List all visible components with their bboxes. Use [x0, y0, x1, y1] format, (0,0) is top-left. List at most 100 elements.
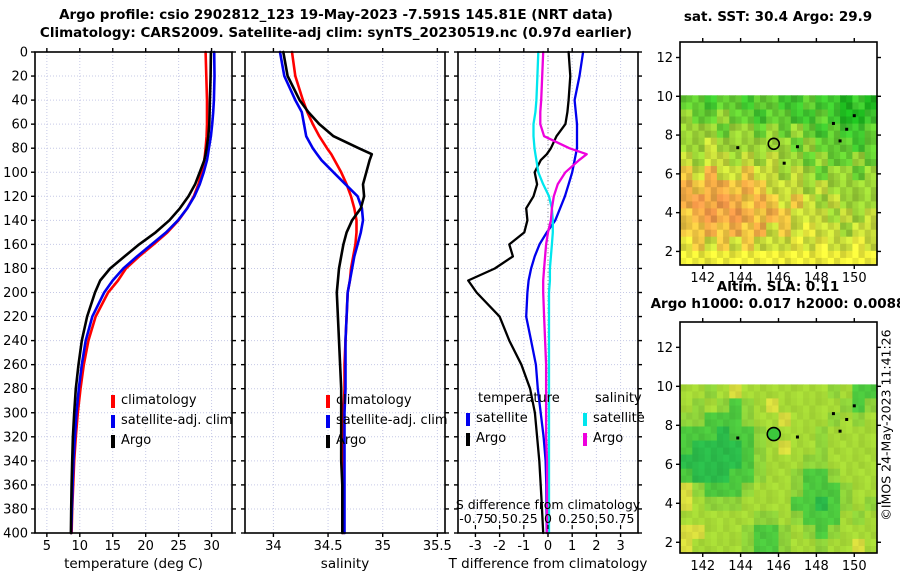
- svg-text:260: 260: [3, 358, 28, 373]
- svg-text:S difference from climatology: S difference from climatology: [456, 497, 641, 512]
- float-track-dot: [838, 429, 842, 433]
- svg-text:80: 80: [11, 142, 28, 157]
- svg-text:34.5: 34.5: [314, 539, 343, 554]
- svg-text:340: 340: [3, 454, 28, 469]
- svg-text:35.5: 35.5: [423, 539, 452, 554]
- temperature-legend: climatology satellite-adj. clim Argo: [111, 391, 233, 451]
- climatology-line-swatch: [326, 394, 330, 408]
- svg-text:1: 1: [568, 539, 576, 554]
- svg-text:34: 34: [265, 539, 282, 554]
- svg-text:10: 10: [656, 90, 673, 105]
- legend-header-salinity: salinity: [595, 391, 642, 406]
- temperature-axis-label: temperature (deg C): [64, 556, 203, 572]
- svg-text:144: 144: [728, 559, 753, 574]
- svg-text:0.75: 0.75: [607, 511, 635, 526]
- svg-text:400: 400: [3, 527, 28, 542]
- svg-text:2: 2: [665, 245, 673, 260]
- t-difference-axis-label: T difference from climatology: [448, 556, 648, 572]
- difference-salinity-legend: salinity satellite Argo: [583, 389, 645, 449]
- float-track-dot: [782, 161, 786, 165]
- float-track-dot: [845, 417, 849, 421]
- svg-text:160: 160: [3, 238, 28, 253]
- svg-text:380: 380: [3, 502, 28, 517]
- legend-item-satellite: satellite: [583, 409, 645, 429]
- legend-label: satellite: [476, 411, 528, 426]
- temperature-profile: 5 10 15 20 25 3002040608010012014016018020022…: [3, 46, 236, 554]
- svg-text:140: 140: [3, 214, 28, 229]
- svg-text:280: 280: [3, 382, 28, 397]
- svg-text:4: 4: [665, 206, 673, 221]
- svg-text:148: 148: [804, 559, 829, 574]
- satellite-s-line-swatch: [583, 412, 587, 426]
- svg-text:4: 4: [665, 497, 673, 512]
- salinity-profile: 34 34.5 35 35.5: [241, 48, 452, 554]
- legend-label: satellite-adj. clim: [336, 413, 448, 428]
- float-track-dot: [736, 146, 740, 150]
- float-track-dot: [736, 436, 740, 440]
- svg-text:8: 8: [665, 419, 673, 434]
- float-track-dot: [795, 145, 799, 149]
- svg-text:20: 20: [137, 539, 154, 554]
- difference-temperature-legend: temperature satellite Argo: [466, 389, 560, 449]
- svg-text:8: 8: [665, 129, 673, 144]
- legend-item-argo: Argo: [466, 429, 560, 449]
- svg-text:0.5: 0.5: [490, 511, 510, 526]
- svg-text:60: 60: [11, 118, 28, 133]
- argo-heights-title: Argo h1000: 0.017 h2000: 0.0088: [650, 296, 900, 312]
- sla-map: 142 144 146 148 150 2 4 6 8 10 12: [656, 318, 881, 574]
- legend-label: Argo: [336, 433, 367, 448]
- salinity-legend: climatology satellite-adj. clim Argo: [326, 391, 448, 451]
- svg-text:10: 10: [72, 539, 89, 554]
- legend-item-argo: Argo: [111, 431, 233, 451]
- float-track-dot: [852, 404, 856, 408]
- svg-text:6: 6: [665, 167, 673, 182]
- legend-label: climatology: [336, 393, 412, 408]
- legend-item-climatology: climatology: [326, 391, 448, 411]
- svg-text:146: 146: [766, 559, 791, 574]
- svg-text:320: 320: [3, 430, 28, 445]
- svg-text:12: 12: [656, 51, 673, 66]
- svg-text:-0.75: -0.75: [459, 511, 491, 526]
- svg-text:0.25: 0.25: [510, 511, 538, 526]
- sla-title: Altim. SLA: 0.11: [716, 279, 840, 295]
- legend-label: satellite-adj. clim: [121, 413, 233, 428]
- svg-text:-3: -3: [469, 539, 482, 554]
- legend-label: satellite: [593, 411, 645, 426]
- argo-t-line-swatch: [466, 432, 470, 446]
- legend-item-satellite: satellite: [466, 409, 560, 429]
- svg-text:2: 2: [592, 539, 600, 554]
- imos-watermark: ©IMOS 24-May-2023 11:41:26: [878, 329, 894, 521]
- svg-text:30: 30: [203, 539, 220, 554]
- legend-item-argo: Argo: [326, 431, 448, 451]
- svg-text:20: 20: [11, 70, 28, 85]
- svg-text:-1: -1: [517, 539, 530, 554]
- figure-subtitle: Climatology: CARS2009. Satellite-adj cli…: [39, 25, 633, 41]
- climatology-line-swatch: [111, 394, 115, 408]
- float-track-dot: [831, 121, 835, 125]
- svg-text:0.5: 0.5: [586, 511, 606, 526]
- svg-text:35: 35: [374, 539, 391, 554]
- svg-text:3: 3: [616, 539, 624, 554]
- float-position-marker: [766, 426, 782, 442]
- svg-text:25: 25: [170, 539, 187, 554]
- float-track-dot: [838, 139, 842, 143]
- svg-text:-2: -2: [493, 539, 506, 554]
- svg-text:6: 6: [665, 458, 673, 473]
- satellite-t-line-swatch: [466, 412, 470, 426]
- svg-text:100: 100: [3, 166, 28, 181]
- satellite-clim-line-swatch: [326, 414, 330, 428]
- legend-label: Argo: [476, 431, 507, 446]
- float-track-dot: [845, 127, 849, 131]
- svg-text:300: 300: [3, 406, 28, 421]
- svg-text:220: 220: [3, 310, 28, 325]
- sst-map: 142 144 146 148 15024681012: [656, 38, 881, 286]
- salinity-axis-label: salinity: [320, 556, 370, 572]
- svg-text:0: 0: [20, 46, 28, 61]
- svg-text:0: 0: [544, 539, 552, 554]
- argo-line-swatch: [111, 434, 115, 448]
- difference-profile: -3 -2 -1 0 1 2 3 S difference from climatology-…: [454, 48, 642, 554]
- legend-label: climatology: [121, 393, 197, 408]
- svg-text:10: 10: [656, 380, 673, 395]
- legend-label: Argo: [593, 431, 624, 446]
- legend-item-argo: Argo: [583, 429, 645, 449]
